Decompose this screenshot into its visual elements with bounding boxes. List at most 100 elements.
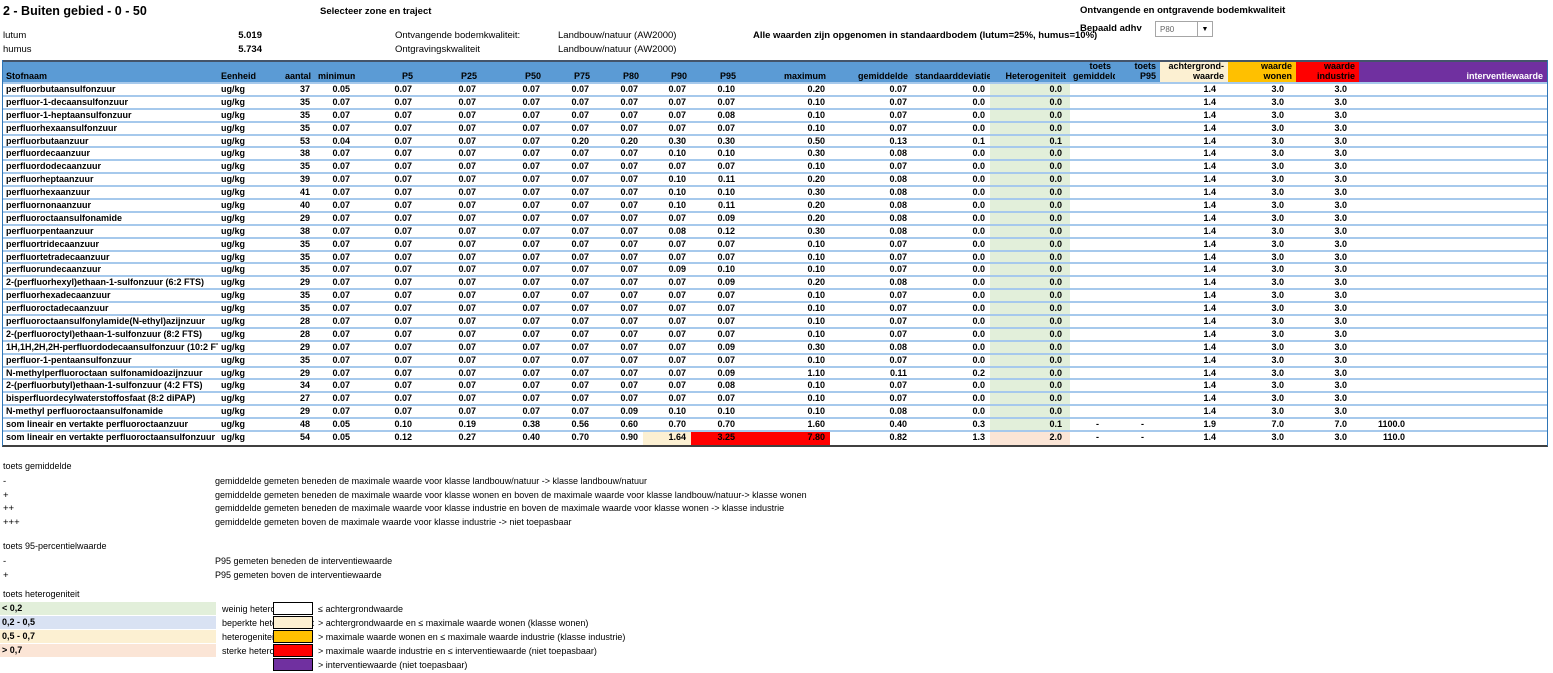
cell-interventie[interactable] (1359, 213, 1547, 224)
cell-aantal[interactable]: 28 (268, 316, 315, 327)
cell-gemiddelde[interactable]: 0.13 (830, 136, 912, 147)
cell-minimum[interactable]: 0.07 (315, 239, 355, 250)
cell-p90[interactable]: 0.07 (643, 84, 691, 95)
cell-p80[interactable]: 0.07 (594, 380, 643, 391)
cell-industrie[interactable]: 3.0 (1296, 239, 1359, 250)
cell-heterogeniteit[interactable]: 0.0 (990, 303, 1070, 314)
cell-p80[interactable]: 0.90 (594, 432, 643, 445)
cell-p5[interactable]: 0.07 (355, 239, 417, 250)
cell-achtergrond[interactable]: 1.4 (1160, 252, 1228, 263)
cell-wonen[interactable]: 3.0 (1228, 277, 1296, 288)
cell-wonen[interactable]: 7.0 (1228, 419, 1296, 430)
cell-p5[interactable]: 0.07 (355, 393, 417, 404)
cell-toets_p95[interactable] (1115, 329, 1160, 340)
cell-standaarddeviatie[interactable]: 0.0 (912, 213, 990, 224)
cell-p25[interactable]: 0.07 (417, 200, 481, 211)
cell-p50[interactable]: 0.07 (481, 110, 545, 121)
header-cell-achtergrond[interactable]: achtergrond-waarde (1160, 62, 1228, 82)
cell-standaarddeviatie[interactable]: 0.0 (912, 303, 990, 314)
cell-maximum[interactable]: 0.20 (740, 174, 830, 185)
cell-aantal[interactable]: 35 (268, 290, 315, 301)
cell-wonen[interactable]: 3.0 (1228, 110, 1296, 121)
cell-p50[interactable]: 0.07 (481, 174, 545, 185)
cell-heterogeniteit[interactable]: 0.1 (990, 419, 1070, 430)
header-cell-p25[interactable]: P25 (417, 62, 481, 82)
cell-interventie[interactable] (1359, 226, 1547, 237)
cell-p75[interactable]: 0.07 (545, 97, 594, 108)
cell-toets_p95[interactable] (1115, 264, 1160, 275)
cell-minimum[interactable]: 0.07 (315, 110, 355, 121)
cell-achtergrond[interactable]: 1.4 (1160, 264, 1228, 275)
cell-toets_p95[interactable] (1115, 380, 1160, 391)
cell-eenheid[interactable]: ug/kg (218, 303, 268, 314)
cell-stofnaam[interactable]: 2-(perfluorhexyl)ethaan-1-sulfonzuur (6:… (3, 277, 218, 288)
cell-p90[interactable]: 0.10 (643, 148, 691, 159)
cell-p75[interactable]: 0.07 (545, 380, 594, 391)
cell-p50[interactable]: 0.07 (481, 200, 545, 211)
header-cell-toets_p95[interactable]: toets P95 (1115, 62, 1160, 82)
cell-p75[interactable]: 0.07 (545, 123, 594, 134)
cell-toets_gemiddelde[interactable] (1070, 252, 1115, 263)
cell-gemiddelde[interactable]: 0.07 (830, 84, 912, 95)
header-cell-heterogeniteit[interactable]: Heterogeniteit (990, 62, 1070, 82)
cell-p25[interactable]: 0.07 (417, 226, 481, 237)
cell-p90[interactable]: 0.07 (643, 213, 691, 224)
cell-p25[interactable]: 0.07 (417, 406, 481, 417)
cell-wonen[interactable]: 3.0 (1228, 226, 1296, 237)
cell-p95[interactable]: 0.09 (691, 277, 740, 288)
cell-wonen[interactable]: 3.0 (1228, 252, 1296, 263)
cell-minimum[interactable]: 0.04 (315, 136, 355, 147)
cell-aantal[interactable]: 35 (268, 97, 315, 108)
cell-p75[interactable]: 0.07 (545, 213, 594, 224)
cell-maximum[interactable]: 0.30 (740, 342, 830, 353)
cell-minimum[interactable]: 0.07 (315, 342, 355, 353)
cell-eenheid[interactable]: ug/kg (218, 161, 268, 172)
cell-wonen[interactable]: 3.0 (1228, 239, 1296, 250)
cell-wonen[interactable]: 3.0 (1228, 329, 1296, 340)
cell-maximum[interactable]: 0.30 (740, 148, 830, 159)
cell-maximum[interactable]: 0.10 (740, 252, 830, 263)
cell-p95[interactable]: 0.09 (691, 368, 740, 379)
cell-p75[interactable]: 0.07 (545, 406, 594, 417)
cell-p25[interactable]: 0.19 (417, 419, 481, 430)
cell-toets_gemiddelde[interactable] (1070, 264, 1115, 275)
cell-wonen[interactable]: 3.0 (1228, 213, 1296, 224)
cell-aantal[interactable]: 29 (268, 406, 315, 417)
cell-achtergrond[interactable]: 1.4 (1160, 123, 1228, 134)
cell-maximum[interactable]: 0.10 (740, 380, 830, 391)
cell-eenheid[interactable]: ug/kg (218, 174, 268, 185)
cell-standaarddeviatie[interactable]: 0.0 (912, 226, 990, 237)
cell-p80[interactable]: 0.07 (594, 84, 643, 95)
cell-standaarddeviatie[interactable]: 0.0 (912, 264, 990, 275)
cell-minimum[interactable]: 0.05 (315, 432, 355, 445)
cell-p75[interactable]: 0.07 (545, 84, 594, 95)
cell-maximum[interactable]: 0.10 (740, 316, 830, 327)
cell-wonen[interactable]: 3.0 (1228, 200, 1296, 211)
cell-toets_p95[interactable] (1115, 84, 1160, 95)
cell-p90[interactable]: 0.07 (643, 355, 691, 366)
cell-p80[interactable]: 0.09 (594, 406, 643, 417)
cell-toets_gemiddelde[interactable] (1070, 303, 1115, 314)
cell-eenheid[interactable]: ug/kg (218, 277, 268, 288)
cell-stofnaam[interactable]: perfluorbutaansulfonzuur (3, 84, 218, 95)
cell-toets_gemiddelde[interactable] (1070, 213, 1115, 224)
cell-eenheid[interactable]: ug/kg (218, 380, 268, 391)
cell-p95[interactable]: 0.70 (691, 419, 740, 430)
cell-p5[interactable]: 0.07 (355, 355, 417, 366)
cell-maximum[interactable]: 0.10 (740, 123, 830, 134)
cell-interventie[interactable] (1359, 136, 1547, 147)
cell-stofnaam[interactable]: 1H,1H,2H,2H-perfluordodecaansulfonzuur (… (3, 342, 218, 353)
cell-p80[interactable]: 0.07 (594, 252, 643, 263)
cell-aantal[interactable]: 35 (268, 264, 315, 275)
header-cell-aantal[interactable]: aantal (268, 62, 315, 82)
cell-industrie[interactable]: 3.0 (1296, 136, 1359, 147)
cell-eenheid[interactable]: ug/kg (218, 123, 268, 134)
cell-eenheid[interactable]: ug/kg (218, 342, 268, 353)
cell-p50[interactable]: 0.07 (481, 97, 545, 108)
cell-p25[interactable]: 0.27 (417, 432, 481, 445)
cell-p50[interactable]: 0.07 (481, 342, 545, 353)
cell-p50[interactable]: 0.07 (481, 84, 545, 95)
cell-interventie[interactable] (1359, 97, 1547, 108)
cell-p95[interactable]: 0.07 (691, 316, 740, 327)
cell-p25[interactable]: 0.07 (417, 97, 481, 108)
